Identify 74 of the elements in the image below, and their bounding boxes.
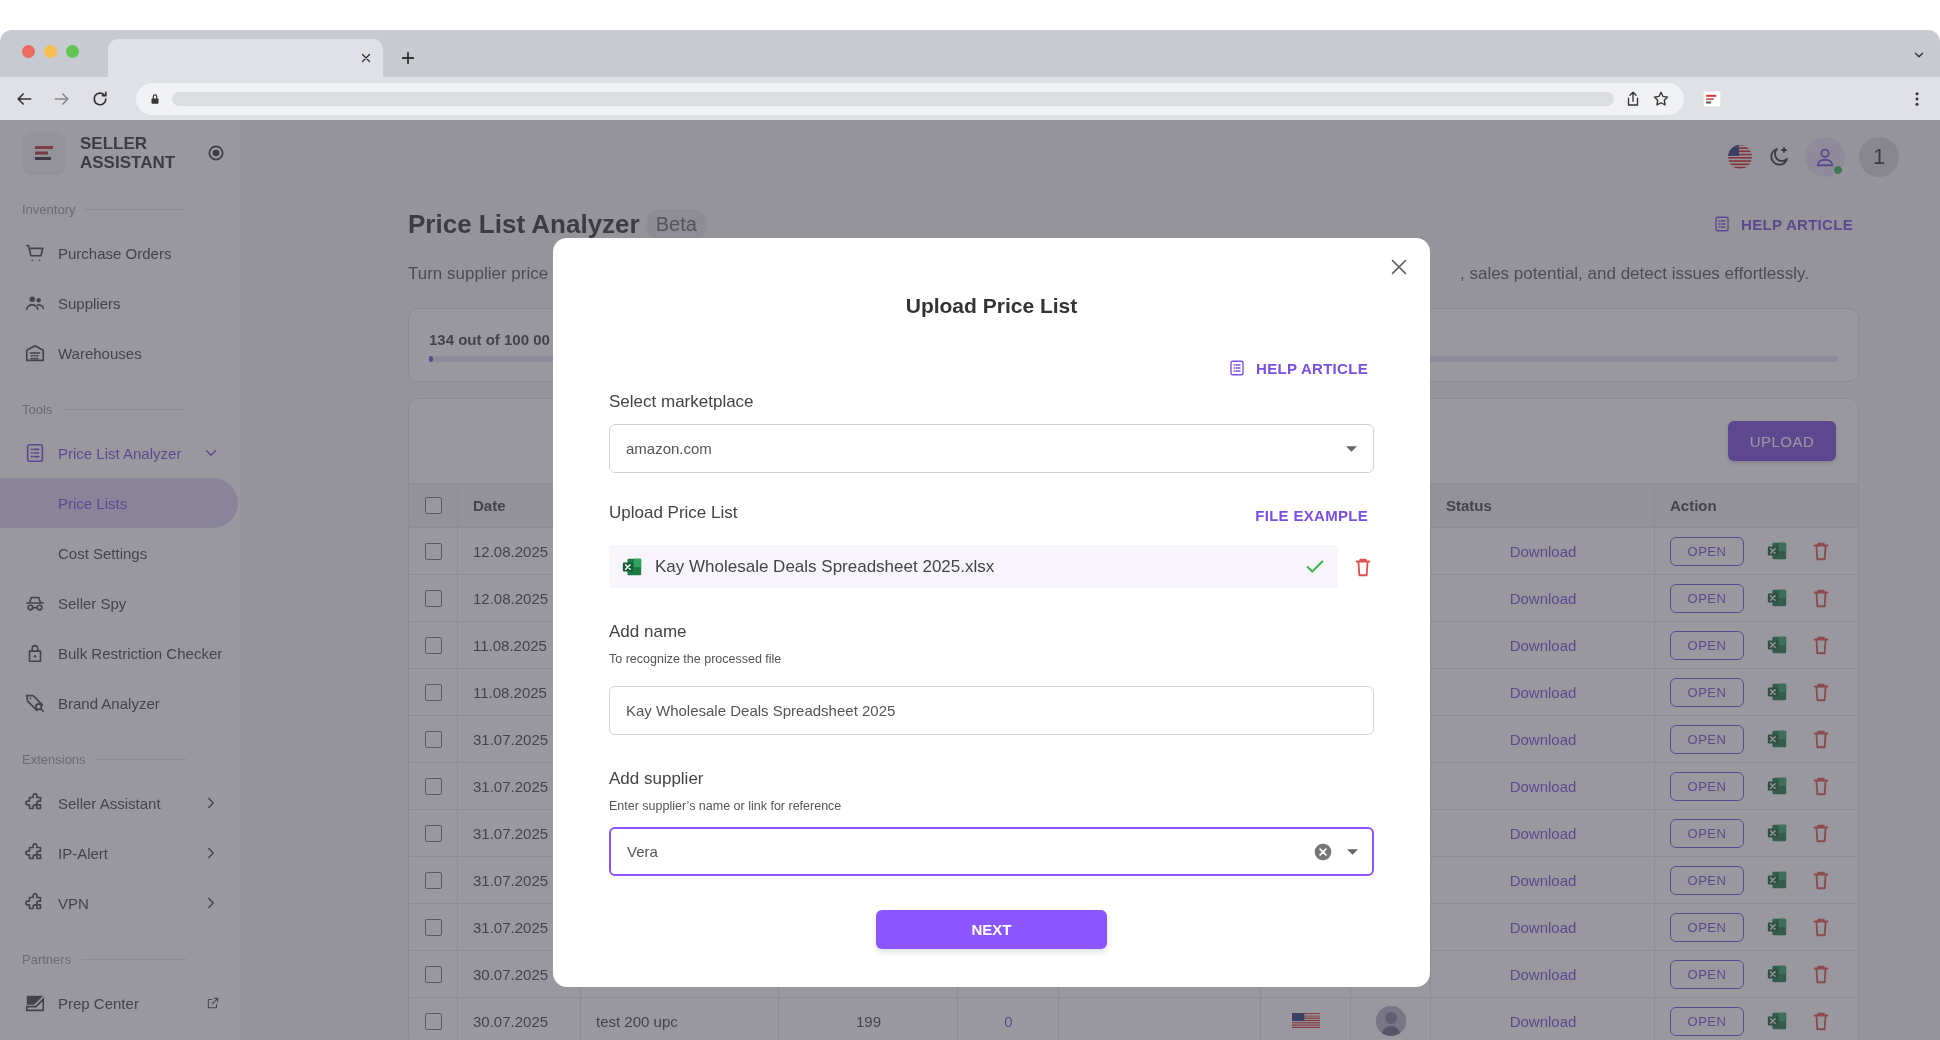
table-cell: 0 (1004, 1012, 1013, 1030)
file-example-link[interactable]: FILE EXAMPLE (1249, 505, 1374, 525)
field-label: Select marketplace (609, 392, 755, 413)
download-link[interactable]: Download (1503, 964, 1583, 984)
download-link[interactable]: Download (1503, 682, 1583, 702)
download-link[interactable]: Download (1503, 870, 1583, 890)
table-cell-text: 11.08.2025 (472, 682, 548, 703)
table-cell-text: 12.08.2025 (472, 541, 550, 562)
brand-name: SELLER ASSISTANT (80, 134, 177, 172)
usage-text: 134 out of 100 00 (429, 331, 551, 348)
open-button[interactable]: OPEN (1670, 771, 1744, 801)
sidebar-item[interactable]: IP-Alert (0, 828, 238, 878)
page-title: Price List Analyzer (408, 208, 640, 240)
open-button[interactable]: OPEN (1670, 959, 1744, 989)
open-button[interactable]: OPEN (1670, 865, 1744, 895)
table-cell-text: 31.07.2025 (472, 729, 550, 750)
sidebar-item[interactable]: Seller Spy (0, 578, 238, 628)
table-cell-text: 12.08.2025 (472, 588, 550, 609)
download-link[interactable]: Download (1503, 541, 1583, 561)
open-button[interactable]: OPEN (1670, 912, 1744, 942)
page-description: Turn supplier price (408, 264, 549, 285)
open-button[interactable]: OPEN (1670, 630, 1744, 660)
help-article-link[interactable]: HELP ARTICLE (1222, 358, 1374, 378)
open-button[interactable]: OPEN (1670, 677, 1744, 707)
table-cell: test 200 upc (596, 1012, 678, 1030)
sidebar-item[interactable]: Price List Analyzer (0, 428, 238, 478)
column-header[interactable]: Status (1431, 484, 1655, 527)
supplier-field[interactable]: Vera (609, 827, 1374, 876)
upload-button[interactable]: UPLOAD (1728, 421, 1836, 461)
open-button[interactable]: OPEN (1670, 1006, 1744, 1036)
table-cell-text: 31.07.2025 (472, 776, 550, 797)
table-cell-text: 31.07.2025 (472, 823, 550, 844)
sidebar-item[interactable]: Seller Assistant (0, 778, 238, 828)
table-cell: 199 (856, 1012, 881, 1030)
sidebar-item[interactable]: Prep Center (0, 978, 238, 1028)
download-link[interactable]: Download (1503, 917, 1583, 937)
column-header[interactable]: Action (1655, 484, 1858, 527)
sidebar-item[interactable]: Bulk Restriction Checker (0, 628, 238, 678)
marketplace-select[interactable]: amazon.com (609, 424, 1374, 473)
download-link[interactable]: Download (1503, 729, 1583, 749)
page-description: , sales potential, and detect issues effortlessly. (1460, 264, 1809, 285)
field-label: Upload Price List (609, 503, 738, 524)
sidebar-item[interactable]: Suppliers (0, 278, 238, 328)
download-link[interactable]: Download (1503, 635, 1583, 655)
sidebar-item[interactable]: VPN (0, 878, 238, 928)
table-cell-text: 30.07.2025 (472, 1011, 550, 1032)
download-link[interactable]: Download (1503, 588, 1583, 608)
next-button[interactable]: NEXT (876, 910, 1107, 949)
field-label: Add name (609, 622, 688, 643)
sidebar-item[interactable]: Brand Analyzer (0, 678, 238, 728)
open-button[interactable]: OPEN (1670, 818, 1744, 848)
table-cell-text: 11.08.2025 (472, 635, 548, 656)
notification-count[interactable]: 1 (1859, 137, 1899, 177)
sidebar-subitem[interactable]: Price Lists (0, 478, 238, 528)
table-cell-text: 31.07.2025 (472, 917, 550, 938)
help-article-link[interactable]: HELP ARTICLE (1707, 214, 1859, 234)
field-label: Add supplier (609, 769, 705, 790)
name-field[interactable]: Kay Wholesale Deals Spreadsheet 2025 (609, 686, 1374, 735)
beta-badge: Beta (645, 208, 707, 240)
sidebar-item[interactable]: Purchase Orders (0, 228, 238, 278)
dialog-title: Upload Price List (904, 294, 1079, 319)
download-link[interactable]: Download (1503, 823, 1583, 843)
download-link[interactable]: Download (1503, 1011, 1583, 1031)
open-button[interactable]: OPEN (1670, 583, 1744, 613)
sidebar-item[interactable]: Warehouses (0, 328, 238, 378)
sidebar-subitem[interactable]: Cost Settings (0, 528, 238, 578)
field-hint: Enter supplier’s name or link for reference (609, 799, 843, 813)
open-button[interactable]: OPEN (1670, 536, 1744, 566)
table-cell-text: 31.07.2025 (472, 870, 550, 891)
table-cell-text: 30.07.2025 (472, 964, 550, 985)
download-link[interactable]: Download (1503, 776, 1583, 796)
field-hint: To recognize the processed file (609, 652, 783, 666)
open-button[interactable]: OPEN (1670, 724, 1744, 754)
file-name: Kay Wholesale Deals Spreadsheet 2025.xlsx (655, 556, 996, 577)
